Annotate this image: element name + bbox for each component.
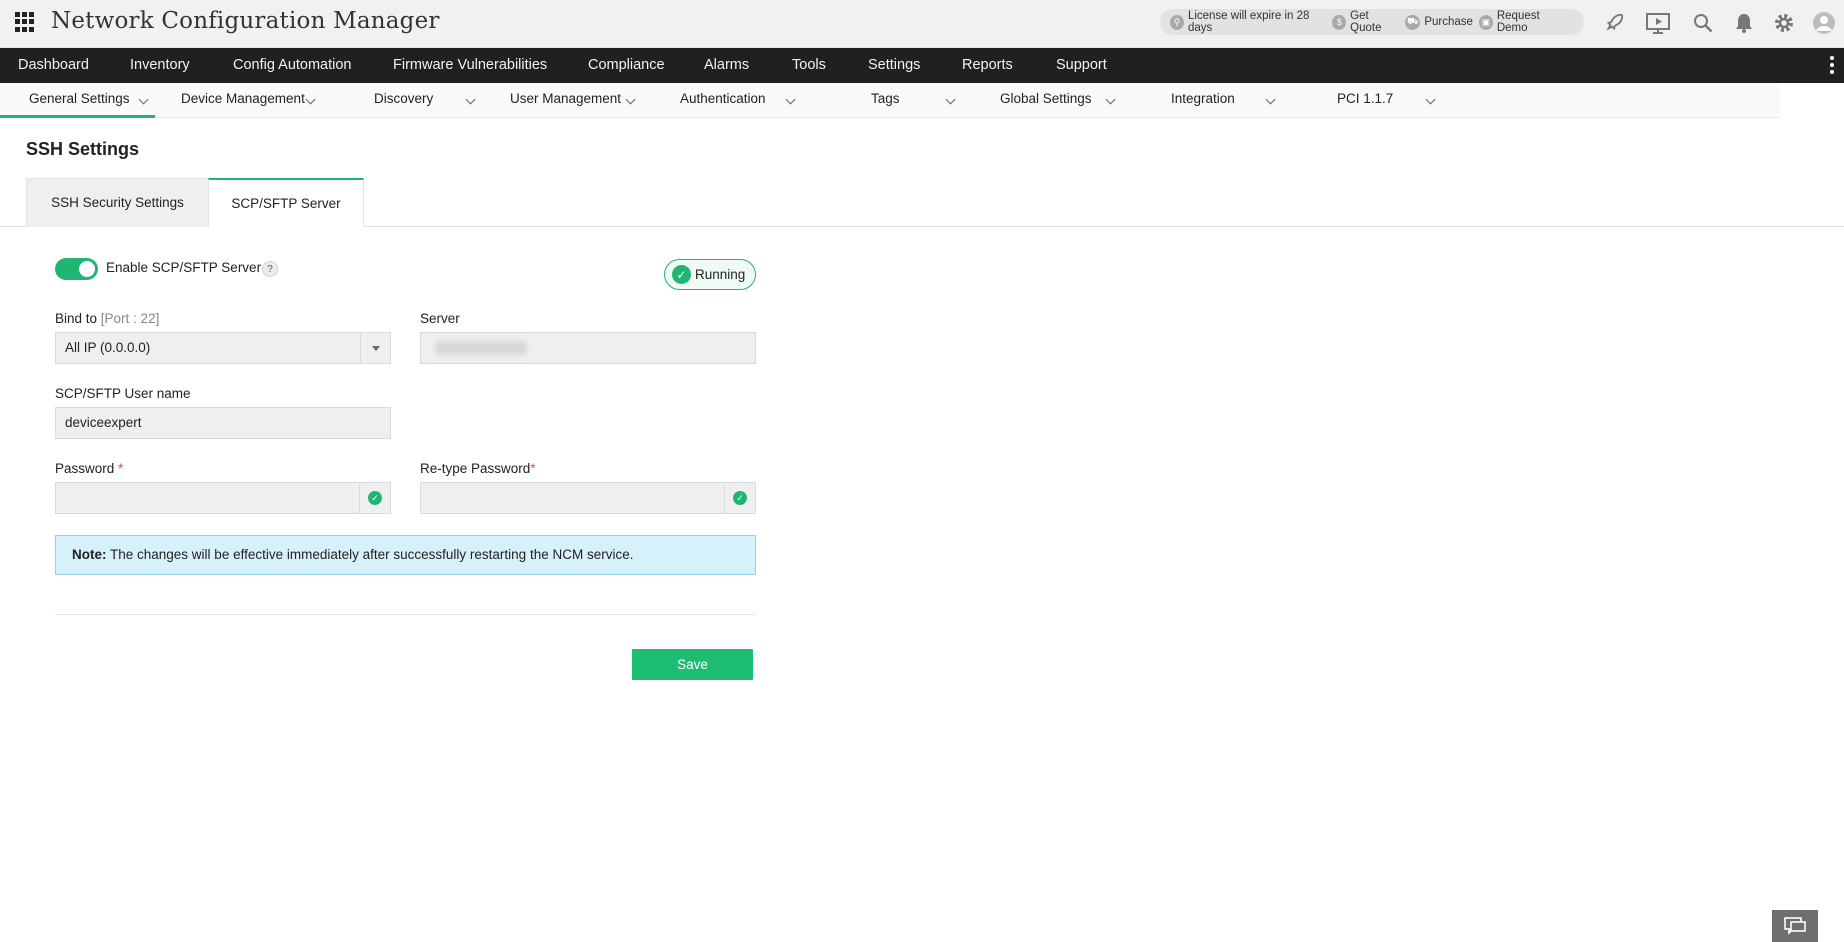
main-nav: Dashboard Inventory Config Automation Fi… [0,48,1844,83]
rocket-icon[interactable] [1601,10,1627,36]
username-input[interactable]: deviceexpert [55,407,391,439]
form-divider [55,614,756,615]
cart-icon: ⛟ [1405,14,1421,30]
retype-password-label: Re-type Password* [420,461,536,476]
bind-to-text: Bind to [55,311,98,326]
nav-tools[interactable]: Tools [792,48,826,83]
save-button[interactable]: Save [632,649,753,680]
check-icon: ✓ [672,265,691,284]
subnav-device-management[interactable]: Device Management [181,83,305,118]
chevron-down-icon[interactable] [1425,94,1436,105]
chevron-down-icon[interactable] [785,94,796,105]
get-quote-link[interactable]: $ Get Quote [1332,10,1399,34]
note-box: Note: The changes will be effective imme… [55,535,756,575]
username-label: SCP/SFTP User name [55,386,191,401]
help-icon[interactable]: ? [262,261,278,277]
top-header: Network Configuration Manager ⚲ License … [0,0,1844,48]
retype-password-input[interactable]: ✓ [420,482,756,514]
status-text: Running [695,267,746,282]
chevron-down-icon[interactable] [305,94,316,105]
app-grid-icon[interactable] [15,12,35,32]
password-label: Password * [55,461,123,476]
subnav-user-management[interactable]: User Management [510,83,621,118]
subnav-global-settings[interactable]: Global Settings [1000,83,1092,118]
app-title: Network Configuration Manager [51,8,440,34]
valid-check-icon: ✓ [724,483,755,513]
gear-icon[interactable] [1771,10,1797,36]
nav-settings[interactable]: Settings [868,48,920,83]
subnav-integration[interactable]: Integration [1171,83,1235,118]
chevron-down-icon[interactable] [1105,94,1116,105]
chat-icon[interactable] [1772,910,1818,942]
dollar-icon: $ [1332,14,1347,30]
note-prefix: Note: [72,547,107,562]
chevron-down-icon[interactable] [945,94,956,105]
password-input[interactable]: ✓ [55,482,391,514]
nav-inventory[interactable]: Inventory [130,48,190,83]
server-label: Server [420,311,460,326]
tab-ssh-security-settings[interactable]: SSH Security Settings [26,178,209,227]
note-text: The changes will be effective immediatel… [106,547,634,562]
subnav-pci[interactable]: PCI 1.1.7 [1337,83,1393,118]
nav-dashboard[interactable]: Dashboard [18,48,89,83]
nav-compliance[interactable]: Compliance [588,48,665,83]
password-text: Password [55,461,115,476]
license-status[interactable]: ⚲ License will expire in 28 days [1170,10,1326,34]
tab-scp-sftp-server[interactable]: SCP/SFTP Server [208,178,364,227]
subnav-authentication[interactable]: Authentication [680,83,766,118]
bind-to-select[interactable]: All IP (0.0.0.0) [55,332,391,364]
server-field [420,332,756,364]
bell-icon[interactable] [1731,10,1757,36]
demo-icon: ▣ [1478,14,1493,30]
bind-port-text: [Port : 22] [100,311,160,326]
chevron-down-icon[interactable] [625,94,636,105]
enable-scp-label: Enable SCP/SFTP Server [106,260,262,275]
sub-nav: General Settings Device Management Disco… [0,83,1780,118]
bind-to-value: All IP (0.0.0.0) [65,340,151,355]
valid-check-icon: ✓ [359,483,390,513]
subnav-discovery[interactable]: Discovery [374,83,433,118]
status-badge: ✓ Running [664,259,756,290]
purchase-link[interactable]: ⛟ Purchase [1405,14,1473,30]
nav-config-automation[interactable]: Config Automation [233,48,352,83]
page-title: SSH Settings [26,139,140,159]
toggle-knob [79,261,95,277]
more-menu-icon[interactable] [1830,56,1834,77]
redacted-server-value [435,341,527,355]
request-demo-link[interactable]: ▣ Request Demo [1478,10,1568,34]
subnav-general-settings[interactable]: General Settings [29,83,130,118]
enable-scp-toggle[interactable] [55,258,98,280]
nav-firmware-vulnerabilities[interactable]: Firmware Vulnerabilities [393,48,547,83]
license-bar: ⚲ License will expire in 28 days $ Get Q… [1160,9,1584,35]
nav-alarms[interactable]: Alarms [704,48,749,83]
user-avatar-icon[interactable] [1811,10,1837,36]
required-mark: * [118,461,124,476]
get-quote-label: Get Quote [1350,10,1382,34]
required-mark: * [530,461,536,476]
chevron-down-icon[interactable] [138,94,149,105]
bind-to-label: Bind to [Port : 22] [55,311,159,326]
nav-reports[interactable]: Reports [962,48,1013,83]
chevron-down-icon[interactable] [1265,94,1276,105]
presentation-icon[interactable] [1645,10,1671,36]
chevron-down-icon[interactable] [465,94,476,105]
search-icon[interactable] [1690,10,1716,36]
license-icon: ⚲ [1170,14,1184,30]
dropdown-arrow-icon[interactable] [360,333,390,363]
active-tab-indicator [0,115,155,118]
nav-support[interactable]: Support [1056,48,1107,83]
request-demo-label: Request Demo [1496,10,1540,34]
subnav-tags[interactable]: Tags [871,83,900,118]
purchase-label: Purchase [1424,16,1473,28]
retype-password-text: Re-type Password [420,461,531,476]
license-text: License will expire in 28 days [1187,10,1310,34]
